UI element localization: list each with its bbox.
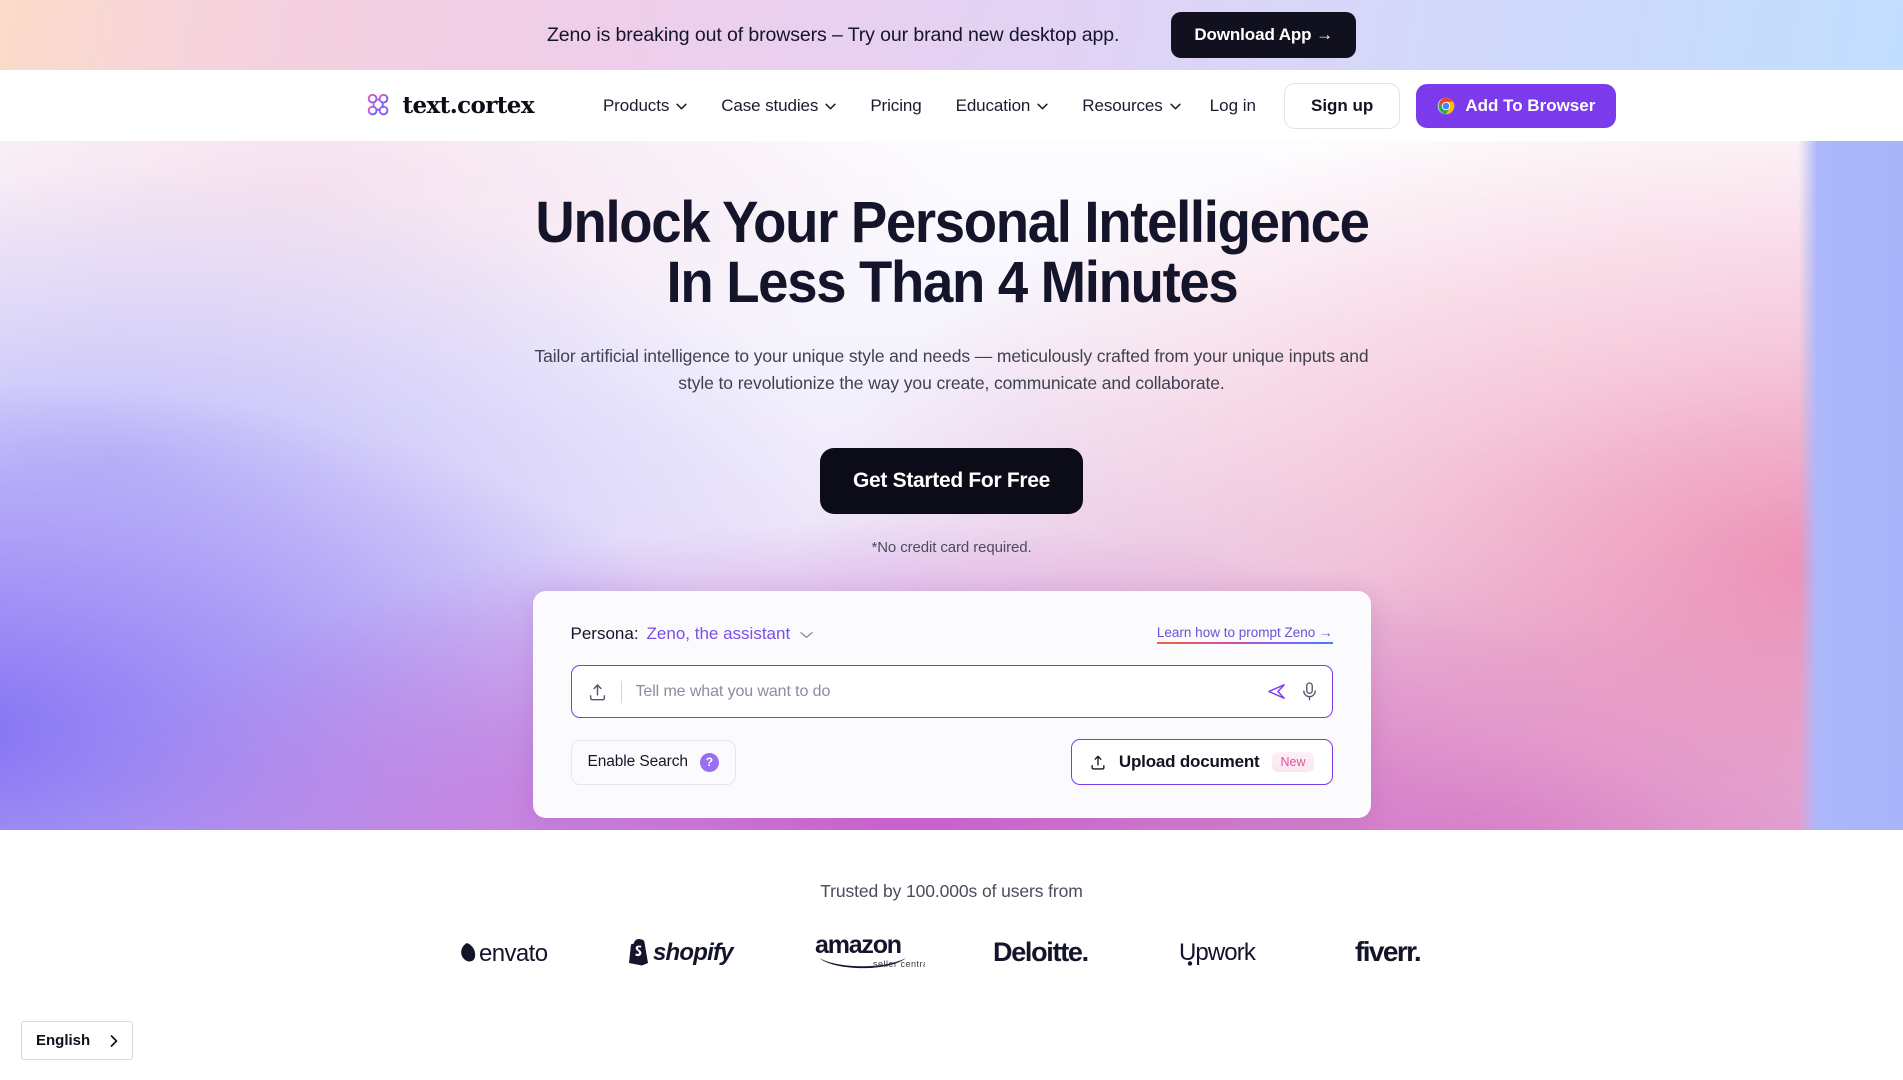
logo-amazon-seller-central: amazon seller central — [813, 929, 925, 975]
persona-label: Persona: — [570, 624, 639, 643]
chevron-down-icon — [1170, 103, 1181, 110]
new-badge: New — [1272, 752, 1314, 772]
deloitte-logo-icon: Deloitte. — [993, 937, 1089, 967]
language-selector[interactable]: English — [21, 1021, 134, 1060]
envato-logo-icon: envato — [460, 940, 548, 967]
chrome-icon — [1438, 97, 1455, 114]
svg-text:amazon: amazon — [815, 931, 901, 959]
navbar-inner: text.cortex Products Case studies Pricin… — [364, 70, 1617, 141]
textcortex-flower-logo-icon — [367, 93, 388, 116]
navbar-actions: Log in Sign up Add To Browser — [1198, 82, 1617, 129]
brand-logo-link[interactable]: text.cortex — [364, 91, 535, 120]
svg-text:seller central: seller central — [873, 959, 925, 969]
logo-upwork: Upwork — [1179, 929, 1287, 975]
upload-document-label: Upload document — [1118, 752, 1260, 771]
persona-row: Persona: Zeno, the assistant Learn how t… — [571, 624, 1333, 644]
download-app-button[interactable]: Download App → — [1171, 12, 1356, 58]
upload-icon — [1091, 755, 1105, 770]
nav-item-resources[interactable]: Resources — [1065, 88, 1197, 124]
shopify-logo-icon: shopify — [628, 939, 735, 966]
nav-item-pricing[interactable]: Pricing — [853, 88, 938, 124]
svg-text:Deloitte.: Deloitte. — [993, 937, 1088, 967]
login-link[interactable]: Log in — [1198, 88, 1268, 124]
prompt-input-box[interactable] — [570, 665, 1333, 718]
signup-button[interactable]: Sign up — [1283, 82, 1401, 129]
language-label: English — [36, 1032, 91, 1049]
prompt-input[interactable] — [635, 682, 1266, 701]
logo-deloitte: Deloitte. — [993, 929, 1111, 975]
enable-search-label: Enable Search — [587, 753, 688, 770]
client-logos: envato shopify amazon seller central — [0, 929, 1903, 975]
main-navbar: text.cortex Products Case studies Pricin… — [0, 70, 1903, 141]
logo-fiverr: fiverr. — [1355, 929, 1451, 975]
get-started-button[interactable]: Get Started For Free — [819, 448, 1084, 514]
chevron-down-icon — [1037, 103, 1048, 110]
chevron-down-icon — [676, 103, 687, 110]
page-title: Unlock Your Personal Intelligence In Les… — [399, 193, 1504, 313]
nav-item-label: Pricing — [870, 95, 922, 115]
no-credit-card-note: *No credit card required. — [871, 539, 1032, 556]
nav-item-education[interactable]: Education — [939, 88, 1066, 124]
logo-shopify: shopify — [625, 929, 745, 975]
svg-text:fiverr.: fiverr. — [1355, 937, 1420, 967]
upwork-logo-icon: Upwork — [1179, 939, 1258, 966]
zenochat-widget: Persona: Zeno, the assistant Learn how t… — [532, 591, 1371, 818]
logo-envato: envato — [453, 929, 557, 975]
hero-subtitle: Tailor artificial intelligence to your u… — [534, 346, 1369, 393]
promo-banner-text: Zeno is breaking out of browsers – Try o… — [546, 23, 1120, 46]
hero-title-line-2: In Less Than 4 Minutes — [666, 250, 1238, 315]
add-to-browser-button[interactable]: Add To Browser — [1416, 83, 1617, 128]
fiverr-logo-icon: fiverr. — [1355, 937, 1422, 967]
nav-links: Products Case studies Pricing Education … — [586, 88, 1198, 124]
amazon-seller-central-logo-icon: amazon seller central — [815, 931, 925, 969]
persona-value: Zeno, the assistant — [646, 624, 791, 643]
hero-title-line-1: Unlock Your Personal Intelligence — [534, 190, 1370, 255]
page-root: Zeno is breaking out of browsers – Try o… — [0, 0, 1903, 1080]
help-badge-icon[interactable]: ? — [699, 752, 719, 772]
hero-section: Unlock Your Personal Intelligence In Les… — [0, 141, 1903, 830]
upload-icon[interactable] — [588, 682, 607, 702]
brand-name: text.cortex — [402, 92, 535, 119]
nav-item-label: Resources — [1082, 95, 1163, 115]
chevron-right-icon — [110, 1034, 118, 1047]
microphone-icon[interactable] — [1301, 681, 1318, 702]
send-icon[interactable] — [1266, 681, 1287, 702]
learn-how-to-prompt-link[interactable]: Learn how to prompt Zeno → — [1156, 625, 1333, 644]
hero-content: Unlock Your Personal Intelligence In Les… — [364, 141, 1540, 557]
nav-item-label: Case studies — [721, 95, 819, 115]
nav-item-case-studies[interactable]: Case studies — [704, 88, 853, 124]
enable-search-button[interactable]: Enable Search ? — [570, 739, 736, 785]
svg-text:shopify: shopify — [653, 939, 735, 966]
add-to-browser-label: Add To Browser — [1465, 95, 1596, 115]
nav-item-products[interactable]: Products — [586, 88, 704, 124]
chat-card-actions: Enable Search ? Upload document New — [570, 739, 1333, 785]
trusted-by-title: Trusted by 100.000s of users from — [820, 881, 1083, 901]
chevron-down-icon — [800, 632, 813, 638]
upload-document-button[interactable]: Upload document New — [1070, 739, 1333, 785]
promo-banner: Zeno is breaking out of browsers – Try o… — [0, 0, 1903, 70]
persona-selector[interactable]: Persona: Zeno, the assistant — [571, 624, 814, 644]
chevron-down-icon — [825, 103, 836, 110]
input-divider — [620, 680, 622, 703]
trusted-by-section: Trusted by 100.000s of users from envato… — [0, 830, 1903, 975]
svg-text:envato: envato — [479, 940, 548, 967]
nav-item-label: Products — [602, 95, 670, 115]
nav-item-label: Education — [955, 95, 1031, 115]
